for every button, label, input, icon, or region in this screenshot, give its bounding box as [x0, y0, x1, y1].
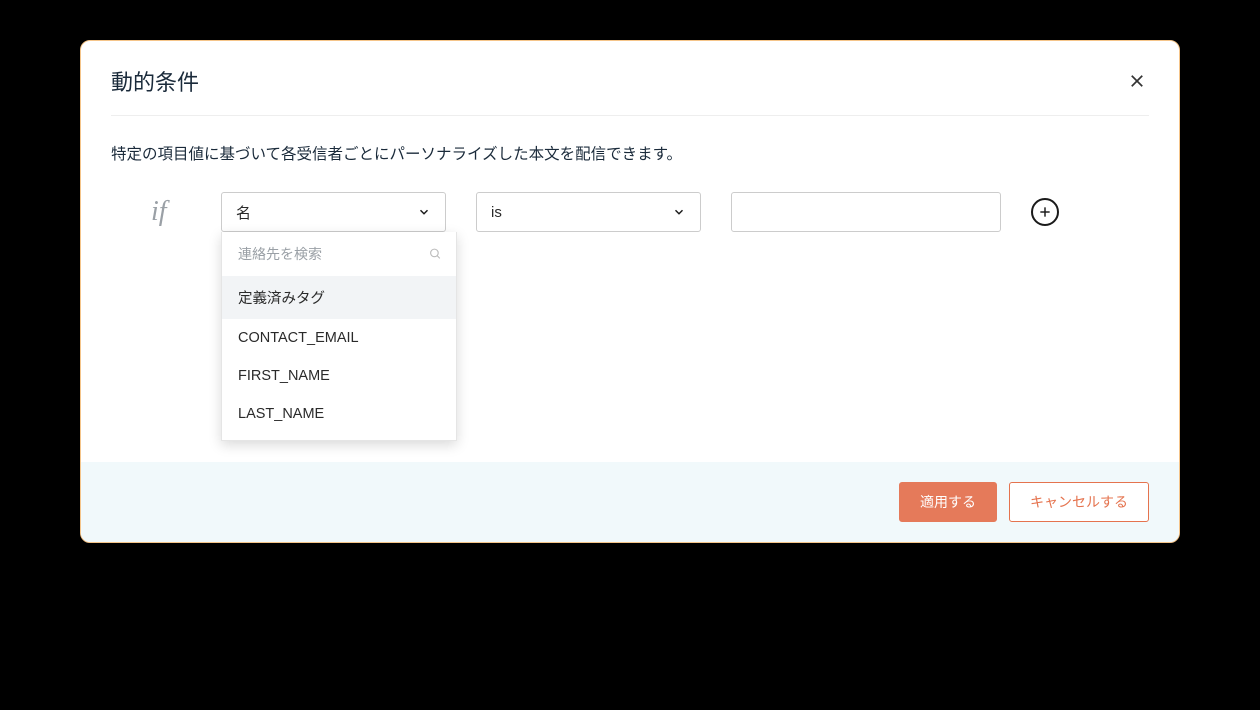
dropdown-item-contact-email[interactable]: CONTACT_EMAIL	[222, 319, 456, 357]
field-select[interactable]: 名	[221, 192, 446, 232]
chevron-down-icon	[417, 205, 431, 219]
plus-icon	[1038, 205, 1052, 219]
modal-body: 特定の項目値に基づいて各受信者ごとにパーソナライズした本文を配信できます。 if…	[81, 116, 1179, 262]
dropdown-item-last-name[interactable]: LAST_NAME	[222, 395, 456, 440]
dropdown-search	[222, 232, 456, 276]
field-select-value: 名	[236, 202, 251, 223]
modal-header: 動的条件	[111, 41, 1149, 116]
search-icon	[429, 248, 442, 261]
close-icon	[1128, 72, 1146, 90]
modal-description: 特定の項目値に基づいて各受信者ごとにパーソナライズした本文を配信できます。	[111, 142, 1149, 164]
cancel-button[interactable]: キャンセルする	[1009, 482, 1149, 522]
operator-select-value: is	[491, 204, 502, 221]
modal-title: 動的条件	[111, 65, 199, 97]
dropdown-item-first-name[interactable]: FIRST_NAME	[222, 357, 456, 395]
add-condition-button[interactable]	[1031, 198, 1059, 226]
chevron-down-icon	[672, 205, 686, 219]
operator-select[interactable]: is	[476, 192, 701, 232]
apply-button[interactable]: 適用する	[899, 482, 997, 522]
close-button[interactable]	[1125, 69, 1149, 93]
condition-row: if 名 定義済みタグ CONTACT_EMA	[111, 192, 1149, 232]
value-input[interactable]	[731, 192, 1001, 232]
dynamic-condition-modal: 動的条件 特定の項目値に基づいて各受信者ごとにパーソナライズした本文を配信できま…	[80, 40, 1180, 543]
if-label: if	[151, 196, 191, 228]
field-dropdown: 定義済みタグ CONTACT_EMAIL FIRST_NAME LAST_NAM…	[221, 232, 457, 441]
dropdown-search-input[interactable]	[222, 236, 456, 272]
dropdown-group-header: 定義済みタグ	[222, 276, 456, 319]
modal-footer: 適用する キャンセルする	[81, 462, 1179, 542]
field-select-wrap: 名 定義済みタグ CONTACT_EMAIL FIRST_NAME	[221, 192, 446, 232]
